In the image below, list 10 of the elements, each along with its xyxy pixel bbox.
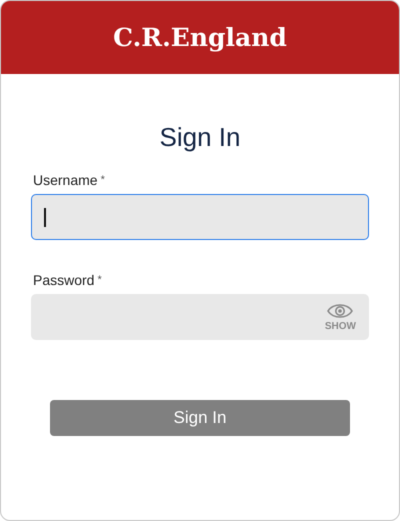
page-title: Sign In: [158, 122, 242, 152]
required-mark: *: [97, 274, 102, 286]
required-mark: *: [100, 174, 105, 186]
field-label: Password: [33, 272, 94, 289]
password-field[interactable]: SHOW: [31, 294, 369, 340]
show-password-button[interactable]: SHOW: [324, 302, 356, 332]
eye-icon: [327, 302, 354, 320]
username-field[interactable]: [31, 194, 369, 240]
logo: C.R.England: [113, 23, 287, 52]
field-label: Username: [33, 172, 98, 189]
